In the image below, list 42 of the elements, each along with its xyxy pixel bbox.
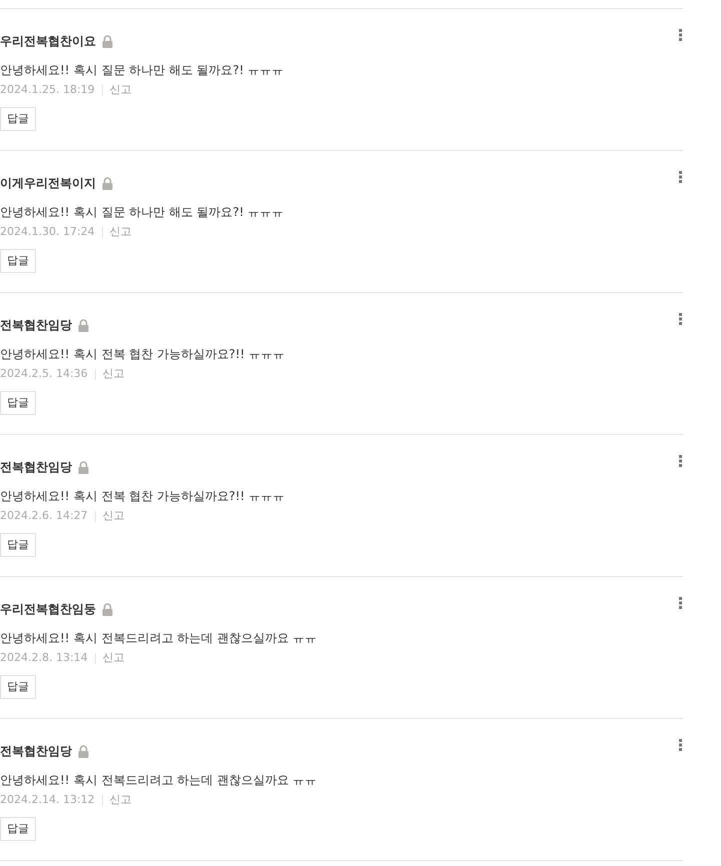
comment-date: 2024.1.30. 17:24 [0, 225, 95, 239]
author-name[interactable]: 이게우리전복이지 [0, 174, 96, 192]
lock-icon [102, 602, 113, 616]
more-options-button[interactable] [677, 312, 683, 326]
reply-button[interactable]: 답글 [0, 249, 36, 273]
author-name[interactable]: 우리전복협찬이요 [0, 32, 96, 50]
more-options-button[interactable] [677, 596, 683, 610]
comment-text: 안녕하세요!! 혹시 질문 하나만 해도 될까요?! ㅠㅠㅠ [0, 62, 285, 78]
more-icon [678, 739, 682, 751]
more-options-button[interactable] [677, 738, 683, 752]
comment-text: 안녕하세요!! 혹시 전복드리려고 하는데 괜찮으실까요 ㅠㅠ [0, 772, 318, 788]
comment-date: 2024.1.25. 18:19 [0, 83, 95, 97]
comment-text: 안녕하세요!! 혹시 질문 하나만 해도 될까요?! ㅠㅠㅠ [0, 204, 285, 220]
lock-icon [102, 34, 113, 48]
reply-button[interactable]: 답글 [0, 817, 36, 841]
comment-date: 2024.2.6. 14:27 [0, 509, 88, 523]
reply-button[interactable]: 답글 [0, 675, 36, 699]
more-options-button[interactable] [677, 170, 683, 184]
more-icon [678, 313, 682, 325]
more-options-button[interactable] [677, 454, 683, 468]
author-name[interactable]: 전복협찬임당 [0, 458, 72, 476]
more-icon [678, 29, 682, 41]
more-icon [678, 597, 682, 609]
more-icon [678, 455, 682, 467]
lock-icon [78, 744, 89, 758]
lock-icon [102, 176, 113, 190]
author-name[interactable]: 전복협찬임당 [0, 742, 72, 760]
lock-icon [78, 460, 89, 474]
reply-button[interactable]: 답글 [0, 533, 36, 557]
reply-button[interactable]: 답글 [0, 107, 36, 131]
author-name[interactable]: 우리전복협찬임둥 [0, 600, 96, 618]
author-name[interactable]: 전복협찬임당 [0, 316, 72, 334]
reply-button[interactable]: 답글 [0, 391, 36, 415]
comment-date: 2024.2.14. 13:12 [0, 793, 95, 807]
comment-text: 안녕하세요!! 혹시 전복 협찬 가능하실까요?!! ㅠㅠㅠ [0, 488, 286, 504]
lock-icon [78, 318, 89, 332]
more-options-button[interactable] [677, 28, 683, 42]
comment-date: 2024.2.8. 13:14 [0, 651, 88, 665]
more-icon [678, 171, 682, 183]
comment-text: 안녕하세요!! 혹시 전복 협찬 가능하실까요?!! ㅠㅠㅠ [0, 346, 286, 362]
comment-date: 2024.2.5. 14:36 [0, 367, 88, 381]
comment-text: 안녕하세요!! 혹시 전복드리려고 하는데 괜찮으실까요 ㅠㅠ [0, 630, 318, 646]
